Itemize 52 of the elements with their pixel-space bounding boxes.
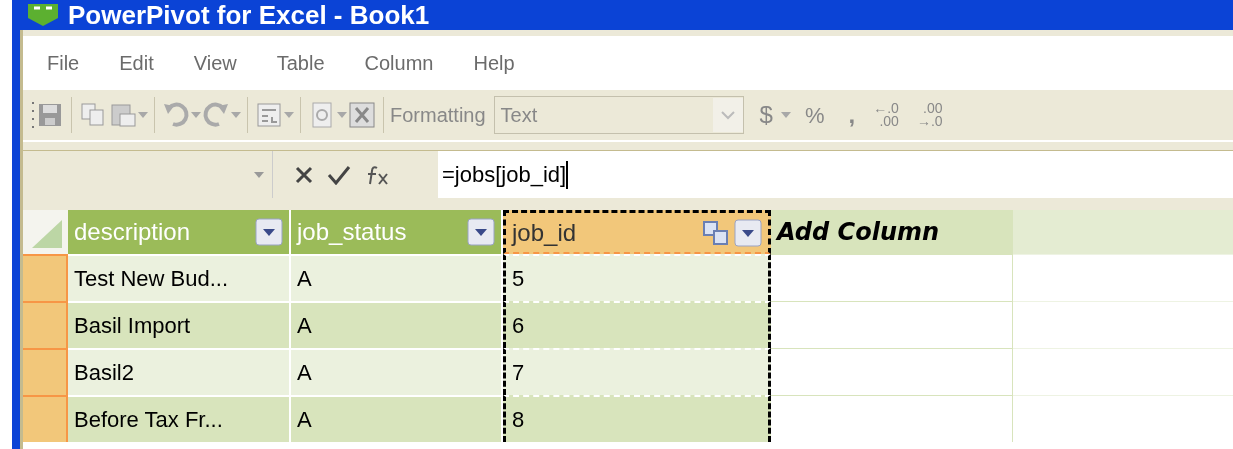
menu-item[interactable]: Edit bbox=[119, 48, 154, 78]
percent-button[interactable]: % bbox=[804, 98, 825, 132]
table-cell: Test New Bud... bbox=[68, 254, 291, 301]
row-header[interactable] bbox=[23, 254, 68, 301]
filter-dropdown-icon[interactable] bbox=[255, 218, 283, 246]
app-logo-icon bbox=[26, 4, 60, 26]
triangle-icon bbox=[32, 220, 62, 248]
table-cell: A bbox=[291, 395, 503, 442]
menu-item[interactable]: Column bbox=[364, 48, 434, 78]
column-header[interactable]: job_id bbox=[503, 210, 771, 254]
undo-icon[interactable] bbox=[161, 100, 191, 130]
relationship-icon bbox=[702, 219, 730, 246]
formatting-label: Formatting bbox=[390, 103, 486, 128]
decimal-button[interactable]: ←.0 .00 bbox=[873, 102, 899, 128]
filter-dropdown-icon[interactable] bbox=[467, 218, 495, 246]
table-cell: A bbox=[291, 301, 503, 348]
caret-icon[interactable] bbox=[138, 112, 148, 118]
table-cell: 7 bbox=[503, 348, 771, 395]
table-properties-icon[interactable] bbox=[254, 100, 284, 130]
table-cell: Basil Import bbox=[68, 301, 291, 348]
caret-icon[interactable] bbox=[337, 112, 347, 118]
filter-dropdown-icon[interactable] bbox=[734, 218, 762, 247]
currency-button[interactable]: $ bbox=[759, 97, 773, 133]
table-cell: Basil2 bbox=[68, 348, 291, 395]
table-cell: 8 bbox=[503, 395, 771, 442]
close-icon[interactable] bbox=[295, 165, 313, 184]
checkmark-icon[interactable] bbox=[327, 164, 351, 185]
caret-icon[interactable] bbox=[780, 112, 791, 118]
table-cell: Before Tax Fr... bbox=[68, 395, 291, 442]
caret-icon[interactable] bbox=[231, 112, 241, 118]
comma-button[interactable]: , bbox=[848, 97, 856, 133]
menu-item[interactable]: View bbox=[193, 48, 237, 78]
row-header[interactable] bbox=[23, 395, 68, 442]
select-all-corner[interactable] bbox=[23, 210, 68, 254]
menu-item[interactable]: Table bbox=[276, 48, 325, 78]
column-header[interactable]: Add Column bbox=[771, 210, 1013, 254]
menu-item[interactable]: File bbox=[47, 48, 80, 78]
caret-icon[interactable] bbox=[254, 171, 264, 178]
table-cell: 5 bbox=[503, 254, 771, 301]
redo-icon[interactable] bbox=[201, 100, 231, 130]
row-header[interactable] bbox=[23, 348, 68, 395]
caret-icon[interactable] bbox=[284, 112, 294, 118]
decimal-button[interactable]: .00 →.0 bbox=[916, 102, 943, 128]
menu-item[interactable]: Help bbox=[473, 48, 515, 78]
window-title: PowerPivot for Excel - Book1 bbox=[68, 1, 430, 29]
table-cell: 6 bbox=[503, 301, 771, 348]
caret-icon[interactable] bbox=[191, 112, 201, 118]
function-icon[interactable] bbox=[365, 163, 391, 186]
table-cell: A bbox=[291, 348, 503, 395]
row-header[interactable] bbox=[23, 301, 68, 348]
table-cell: A bbox=[291, 254, 503, 301]
formula-field[interactable]: =jobs[job_id] bbox=[438, 151, 1233, 198]
